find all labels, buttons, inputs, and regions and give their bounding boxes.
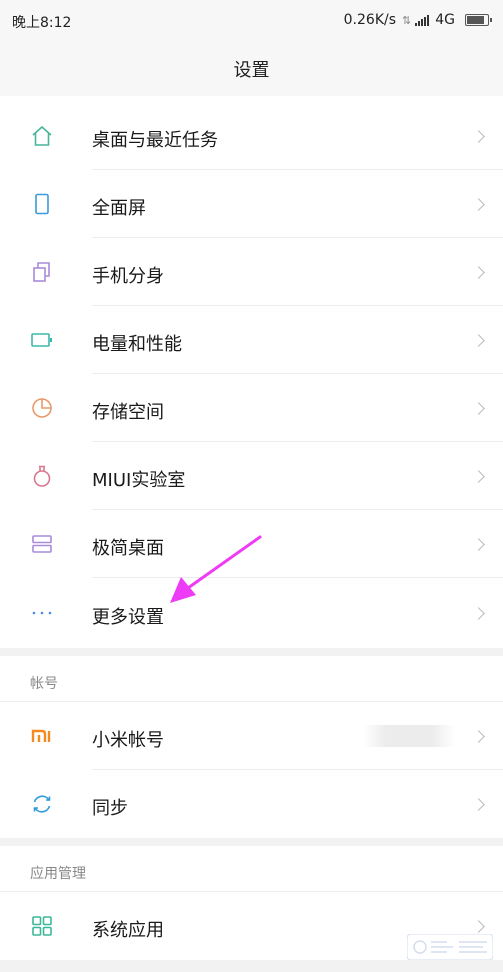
page-title: 设置 <box>233 60 270 81</box>
layout-icon <box>32 535 52 553</box>
sync-icon <box>33 795 51 813</box>
status-indicators: 0.26K/s ⇅ 4G <box>343 12 492 28</box>
settings-item-label: 存储空间 <box>92 402 164 423</box>
settings-item-label: 桌面与最近任务 <box>92 130 218 151</box>
watermark-logo <box>407 934 493 960</box>
section-title: 帐号 <box>30 676 58 692</box>
section-header-account: 帐号 <box>0 656 503 702</box>
battery-icon <box>465 14 492 26</box>
settings-item-miui-lab[interactable]: MIUI实验室 <box>0 442 503 510</box>
clone-icon <box>33 262 50 282</box>
settings-item-battery[interactable]: 电量和性能 <box>0 306 503 374</box>
chevron-right-icon <box>472 538 485 551</box>
chevron-right-icon <box>472 402 485 415</box>
more-icon <box>32 611 52 615</box>
settings-item-label: 小米帐号 <box>92 730 164 751</box>
chevron-right-icon <box>472 198 485 211</box>
settings-item-label: 全面屏 <box>92 198 146 219</box>
pie-icon <box>32 398 52 418</box>
chevron-right-icon <box>472 334 485 347</box>
home-icon <box>32 125 52 146</box>
status-time: 晚上8:12 <box>12 15 72 31</box>
redacted-account-name <box>363 725 455 747</box>
chevron-right-icon <box>472 920 485 933</box>
apps-grid-icon <box>32 916 52 936</box>
flask-icon <box>33 465 51 487</box>
section-header-app-management: 应用管理 <box>0 846 503 892</box>
signal-icon <box>415 14 430 26</box>
settings-item-storage[interactable]: 存储空间 <box>0 374 503 442</box>
chevron-right-icon <box>472 798 485 811</box>
settings-item-label: 极简桌面 <box>92 538 164 559</box>
chevron-right-icon <box>472 730 485 743</box>
mi-logo-icon <box>31 729 51 742</box>
settings-item-mi-account[interactable]: 小米帐号 <box>0 702 503 770</box>
settings-item-label: 更多设置 <box>92 607 164 628</box>
section-gap <box>0 648 503 656</box>
network-type: 4G <box>435 12 455 28</box>
phone-icon <box>35 193 49 215</box>
data-activity-icon: ⇅ <box>402 13 411 27</box>
settings-item-simple-mode[interactable]: 极简桌面 <box>0 510 503 578</box>
settings-item-label: 电量和性能 <box>92 334 182 355</box>
chevron-right-icon <box>472 470 485 483</box>
settings-item-sync[interactable]: 同步 <box>0 770 503 838</box>
network-speed: 0.26K/s <box>343 12 397 28</box>
status-bar: 晚上8:12 0.26K/s ⇅ 4G <box>0 0 503 44</box>
settings-item-label: MIUI实验室 <box>92 470 186 491</box>
settings-item-label: 手机分身 <box>92 266 164 287</box>
settings-item-more-settings[interactable]: 更多设置 <box>0 578 503 648</box>
settings-item-label: 系统应用 <box>92 920 164 941</box>
settings-item-second-space[interactable]: 手机分身 <box>0 238 503 306</box>
top-area: 晚上8:12 0.26K/s ⇅ 4G 设置 <box>0 0 503 96</box>
chevron-right-icon <box>472 607 485 620</box>
battery-performance-icon <box>31 333 52 347</box>
settings-item-label: 同步 <box>92 798 128 819</box>
chevron-right-icon <box>472 130 485 143</box>
settings-item-desktop[interactable]: 桌面与最近任务 <box>0 102 503 170</box>
section-title: 应用管理 <box>30 866 86 882</box>
section-gap <box>0 838 503 846</box>
chevron-right-icon <box>472 266 485 279</box>
settings-item-fullscreen[interactable]: 全面屏 <box>0 170 503 238</box>
